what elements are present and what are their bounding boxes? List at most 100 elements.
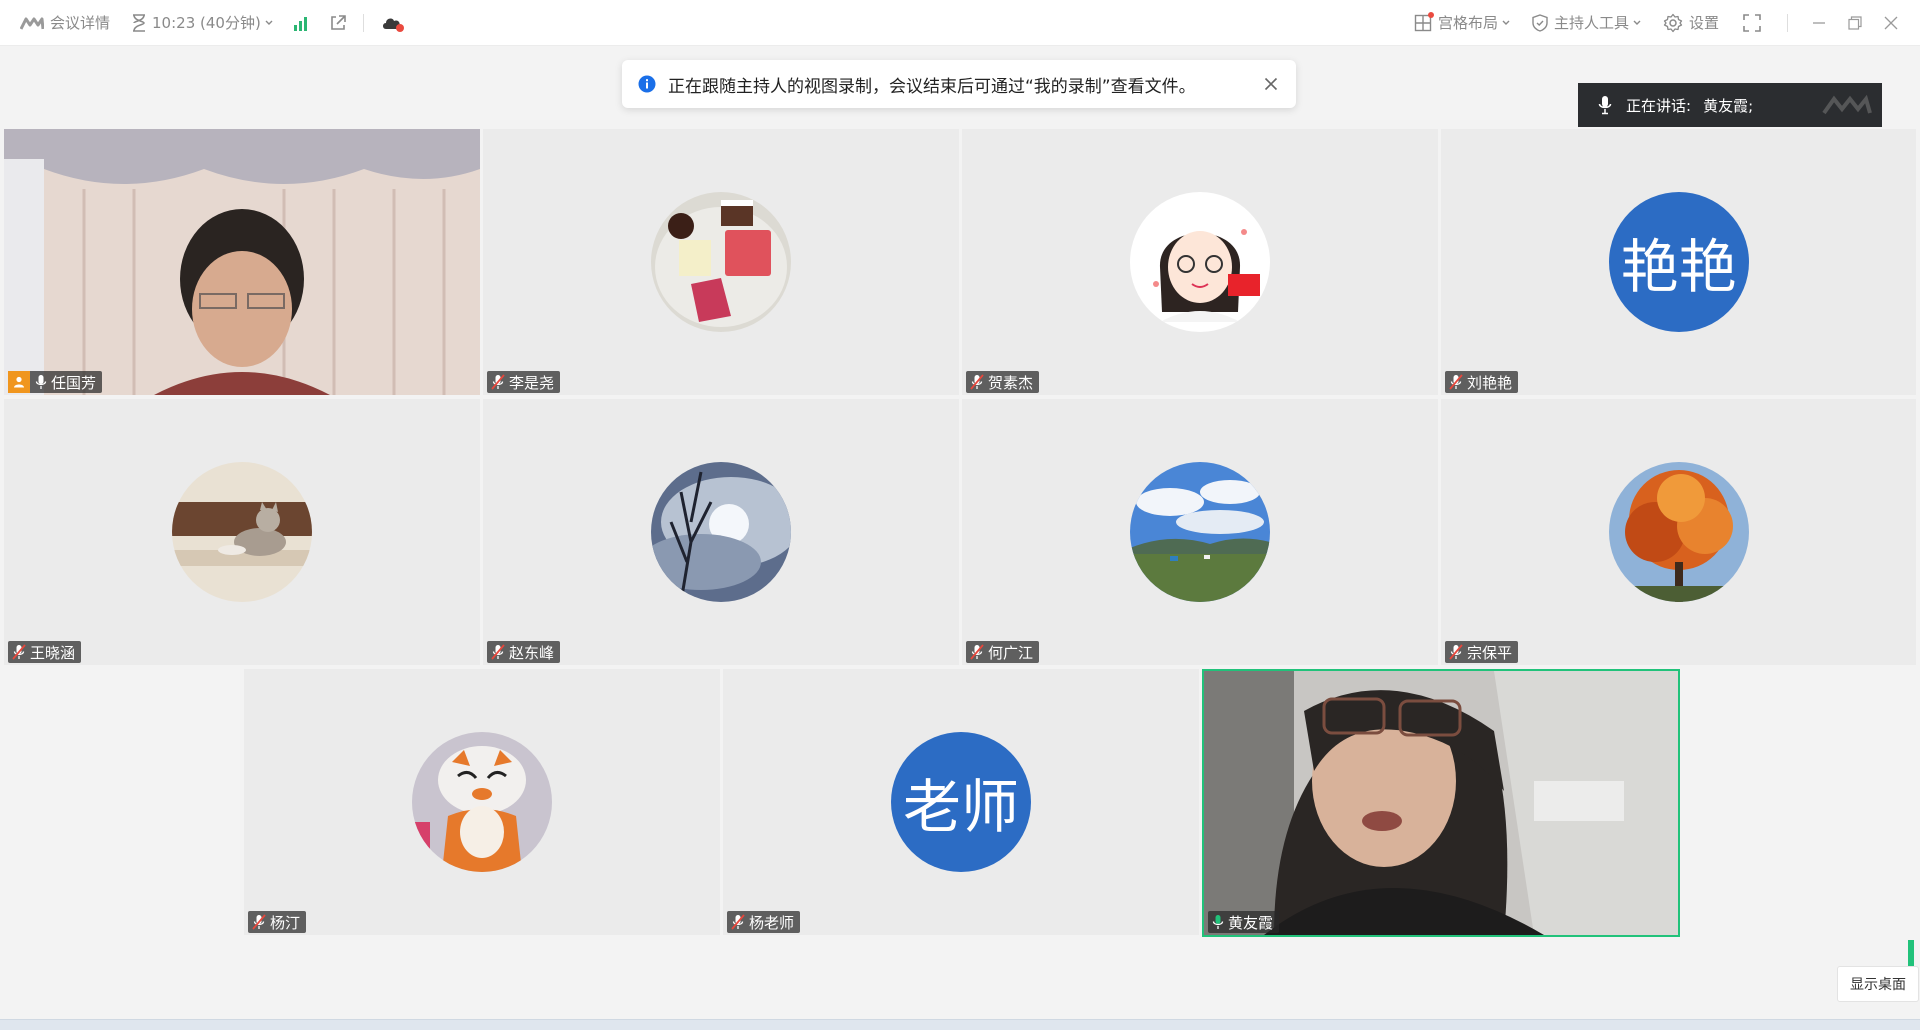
participant-name: 赵东峰 — [509, 643, 555, 662]
participant-name: 贺素杰 — [988, 373, 1034, 392]
participant-name: 任国芳 — [51, 373, 97, 392]
meeting-details-button[interactable]: 会议详情 — [20, 0, 110, 45]
landscape-avatar — [1130, 462, 1270, 602]
muted-microphone-icon — [731, 914, 745, 930]
participant-name-tag: 杨老师 — [727, 911, 801, 933]
chevron-down-icon — [1502, 20, 1510, 26]
muted-microphone-icon — [12, 644, 26, 660]
minimize-icon — [1812, 16, 1826, 30]
cloud-recording-icon — [380, 13, 406, 33]
host-badge-icon — [8, 371, 30, 393]
participant-name: 黄友霞 — [1228, 913, 1274, 932]
show-desktop-button[interactable]: 显示桌面 — [1837, 966, 1919, 1002]
participant-name-tag: 王晓涵 — [8, 641, 82, 663]
muted-microphone-icon — [970, 374, 984, 390]
participant-name-tag: 黄友霞 — [1208, 911, 1280, 933]
participant-name-tag: 杨汀 — [248, 911, 307, 933]
divider — [362, 13, 364, 32]
participant-name: 宗保平 — [1467, 643, 1513, 662]
participant-name-tag: 刘艳艳 — [1445, 371, 1519, 393]
settings-button[interactable]: 设置 — [1663, 0, 1719, 45]
layout-dropdown[interactable]: 宫格布局 — [1414, 0, 1510, 45]
restore-icon — [1848, 15, 1862, 30]
fullscreen-button[interactable] — [1743, 0, 1761, 45]
close-icon — [1884, 16, 1898, 30]
participant-tile[interactable]: 艳艳 刘艳艳 — [1441, 129, 1916, 395]
taskbar-edge — [0, 1019, 1920, 1030]
timer-dropdown[interactable]: 10:23 (40分钟) — [132, 0, 273, 45]
muted-microphone-icon — [491, 374, 505, 390]
grid-layout-icon — [1414, 11, 1434, 32]
recording-notice-text: 正在跟随主持人的视图录制，会议结束后可通过“我的录制”查看文件。 — [668, 76, 1196, 97]
participant-name: 王晓涵 — [30, 643, 76, 662]
external-link-icon — [329, 14, 347, 32]
participant-name: 何广江 — [988, 643, 1034, 662]
participant-tile[interactable]: 任国芳 — [4, 129, 480, 395]
text-avatar: 老师 — [891, 732, 1031, 872]
participant-name-tag: 李是尧 — [487, 371, 561, 393]
cloud-recording-button[interactable] — [380, 0, 406, 45]
active-speaker-indicator: 正在讲话: 黄友霞; — [1578, 83, 1882, 127]
close-window-button[interactable] — [1884, 0, 1898, 45]
signal-bars-icon — [293, 15, 309, 31]
cakes-avatar — [651, 192, 791, 332]
autumn-tree-avatar — [1608, 462, 1749, 602]
participant-name: 李是尧 — [509, 373, 555, 392]
close-icon[interactable] — [1264, 77, 1278, 91]
participant-video-feed — [4, 129, 480, 395]
participant-name-tag: 何广江 — [966, 641, 1040, 663]
participant-name: 杨汀 — [270, 913, 301, 932]
participant-name: 刘艳艳 — [1467, 373, 1513, 392]
shield-icon — [1532, 13, 1548, 32]
participant-tile[interactable]: 杨汀 — [244, 669, 720, 935]
participant-tile[interactable]: 赵东峰 — [483, 399, 959, 665]
fullscreen-icon — [1743, 13, 1761, 32]
logo-icon — [20, 16, 44, 30]
participant-name-tag: 赵东峰 — [487, 641, 561, 663]
network-signal-button[interactable] — [293, 0, 309, 45]
microphone-active-icon — [1212, 914, 1224, 930]
active-speaker-tile[interactable]: 黄友霞 — [1202, 669, 1680, 937]
settings-label: 设置 — [1688, 14, 1719, 32]
title-bar: 会议详情 10:23 (40分钟) 宫格布局 主持人工具 设置 — [0, 0, 1920, 46]
muted-microphone-icon — [1449, 374, 1463, 390]
gear-icon — [1663, 13, 1683, 33]
cartoon-girl-avatar — [1130, 192, 1270, 332]
participant-name-tag: 任国芳 — [8, 371, 103, 393]
participant-tile[interactable]: 李是尧 — [483, 129, 959, 395]
participant-tile[interactable]: 王晓涵 — [4, 399, 480, 665]
muted-microphone-icon — [491, 644, 505, 660]
participant-tile[interactable]: 宗保平 — [1441, 399, 1916, 665]
microphone-icon — [1598, 95, 1612, 115]
active-speaker-name: 黄友霞; — [1703, 96, 1754, 115]
muted-microphone-icon — [252, 914, 266, 930]
participant-tile[interactable]: 贺素杰 — [962, 129, 1438, 395]
host-tools-label: 主持人工具 — [1553, 14, 1629, 32]
participant-tile[interactable]: 何广江 — [962, 399, 1438, 665]
participant-name-tag: 贺素杰 — [966, 371, 1040, 393]
speaker-watermark-icon — [1822, 93, 1872, 117]
chevron-down-icon — [265, 20, 273, 26]
hourglass-icon — [132, 13, 146, 32]
layout-label: 宫格布局 — [1437, 14, 1498, 32]
audio-level-indicator — [1908, 940, 1914, 966]
info-icon — [638, 75, 656, 93]
participant-video-feed — [1204, 671, 1678, 935]
divider — [1787, 13, 1788, 32]
restore-button[interactable] — [1848, 0, 1862, 45]
meeting-details-label: 会议详情 — [50, 14, 111, 32]
participant-name-tag: 宗保平 — [1445, 641, 1519, 663]
cat-avatar — [172, 462, 312, 602]
timer-label: 10:23 (40分钟) — [152, 14, 261, 32]
muted-microphone-icon — [1449, 644, 1463, 660]
sky-avatar — [651, 462, 791, 602]
active-speaker-label: 正在讲话: — [1626, 96, 1692, 115]
chevron-down-icon — [1633, 20, 1641, 26]
share-link-button[interactable] — [329, 0, 347, 45]
muted-microphone-icon — [970, 644, 984, 660]
minimize-button[interactable] — [1812, 0, 1826, 45]
microphone-icon — [35, 374, 47, 390]
host-tools-dropdown[interactable]: 主持人工具 — [1532, 0, 1641, 45]
text-avatar: 艳艳 — [1608, 192, 1749, 332]
participant-tile[interactable]: 老师 杨老师 — [723, 669, 1199, 935]
